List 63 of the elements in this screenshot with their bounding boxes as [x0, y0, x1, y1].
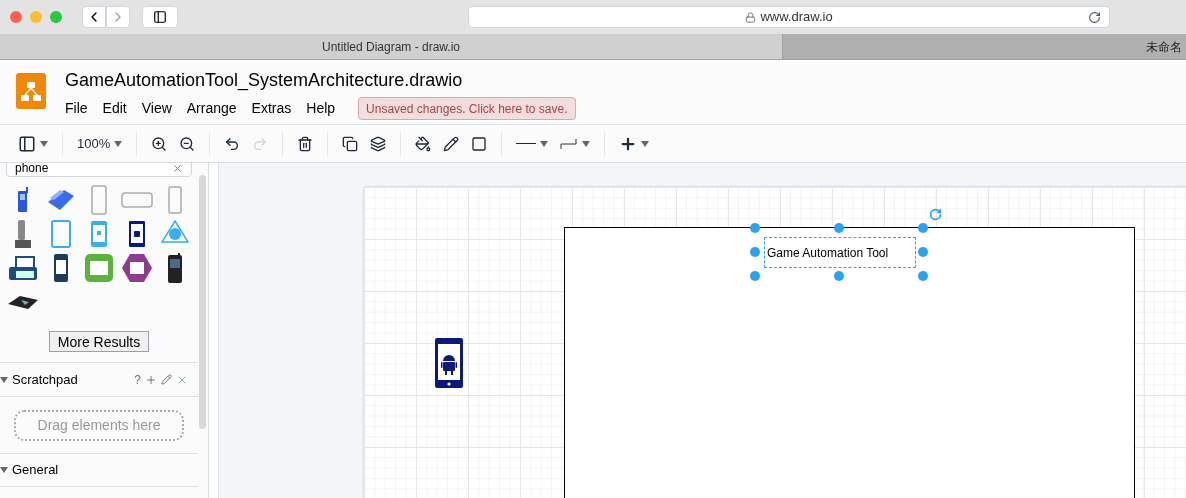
sidebar-icon [153, 10, 167, 24]
caret-icon [540, 140, 549, 147]
menu-item[interactable]: Extras [251, 98, 292, 119]
android-phone-icon [434, 337, 464, 389]
caret-icon [40, 140, 48, 147]
resize-handle[interactable] [834, 223, 844, 233]
panel-icon [18, 134, 36, 153]
zoom-out-icon [179, 135, 196, 152]
shadow-square-icon [471, 135, 488, 152]
section-title: General [12, 461, 59, 480]
caret-icon [582, 140, 591, 147]
url-text: www.draw.io [760, 8, 833, 27]
resize-handle[interactable] [918, 271, 928, 281]
menu-item[interactable]: Help [306, 98, 336, 119]
redo-icon [252, 135, 269, 152]
caret-icon [114, 140, 123, 147]
sidebar-toggle-button[interactable] [142, 6, 178, 28]
file-title[interactable]: GameAutomationTool_SystemArchitecture.drawio [65, 68, 576, 92]
add-icon[interactable] [145, 373, 157, 386]
scratchpad-header[interactable]: Scratchpad ? [0, 362, 198, 396]
browser-tab[interactable]: Untitled Diagram - draw.io [0, 34, 783, 59]
clear-search-icon[interactable] [172, 163, 183, 174]
overlapping-squares-icon [342, 135, 359, 152]
drop-zone: Drag elements here [14, 409, 184, 441]
help-glyph[interactable]: ? [134, 370, 141, 389]
resize-handle[interactable] [834, 271, 844, 281]
menu-item[interactable]: View [141, 98, 172, 119]
resize-handle[interactable] [750, 271, 760, 281]
text-label[interactable]: Game Automation Tool [764, 237, 916, 268]
general-header[interactable]: General [0, 453, 198, 487]
resize-handle[interactable] [750, 247, 760, 257]
edit-icon[interactable] [161, 374, 172, 385]
more-results-button[interactable]: More Results [48, 331, 150, 352]
caret-icon [0, 467, 8, 473]
caret-icon [0, 376, 8, 383]
straight-line-icon [516, 143, 537, 144]
waypoints-icon [560, 137, 579, 150]
resize-handle[interactable] [750, 223, 760, 233]
trash-icon [297, 135, 314, 152]
rotate-handle-icon[interactable] [929, 208, 942, 221]
menu-item[interactable]: Arrange [186, 98, 237, 119]
back-button[interactable] [82, 6, 106, 28]
lock-icon [745, 11, 757, 23]
pencil-icon [443, 135, 460, 152]
section-title: Scratchpad [12, 370, 78, 389]
undo-icon [224, 135, 241, 152]
search-field[interactable]: phone [6, 163, 192, 177]
paint-bucket-icon [415, 135, 432, 152]
menu-item[interactable]: File [65, 98, 88, 119]
menu-item[interactable]: Edit [102, 98, 127, 119]
resize-handle[interactable] [918, 247, 928, 257]
close-window-icon[interactable] [10, 11, 22, 23]
unsaved-changes-notice[interactable]: Unsaved changes. Click here to save. [358, 97, 576, 120]
reload-icon[interactable] [1088, 10, 1101, 24]
zoom-dropdown[interactable]: 100% [71, 129, 129, 158]
caret-icon [641, 140, 650, 147]
address-bar[interactable]: www.draw.io [468, 6, 1110, 28]
zoom-in-icon [151, 135, 168, 152]
resize-handle[interactable] [918, 223, 928, 233]
scrollbar-thumb[interactable] [199, 175, 206, 429]
app-logo-icon [16, 73, 46, 109]
browser-tab[interactable]: 未命名 [783, 34, 1186, 59]
layers-icon [370, 135, 387, 152]
